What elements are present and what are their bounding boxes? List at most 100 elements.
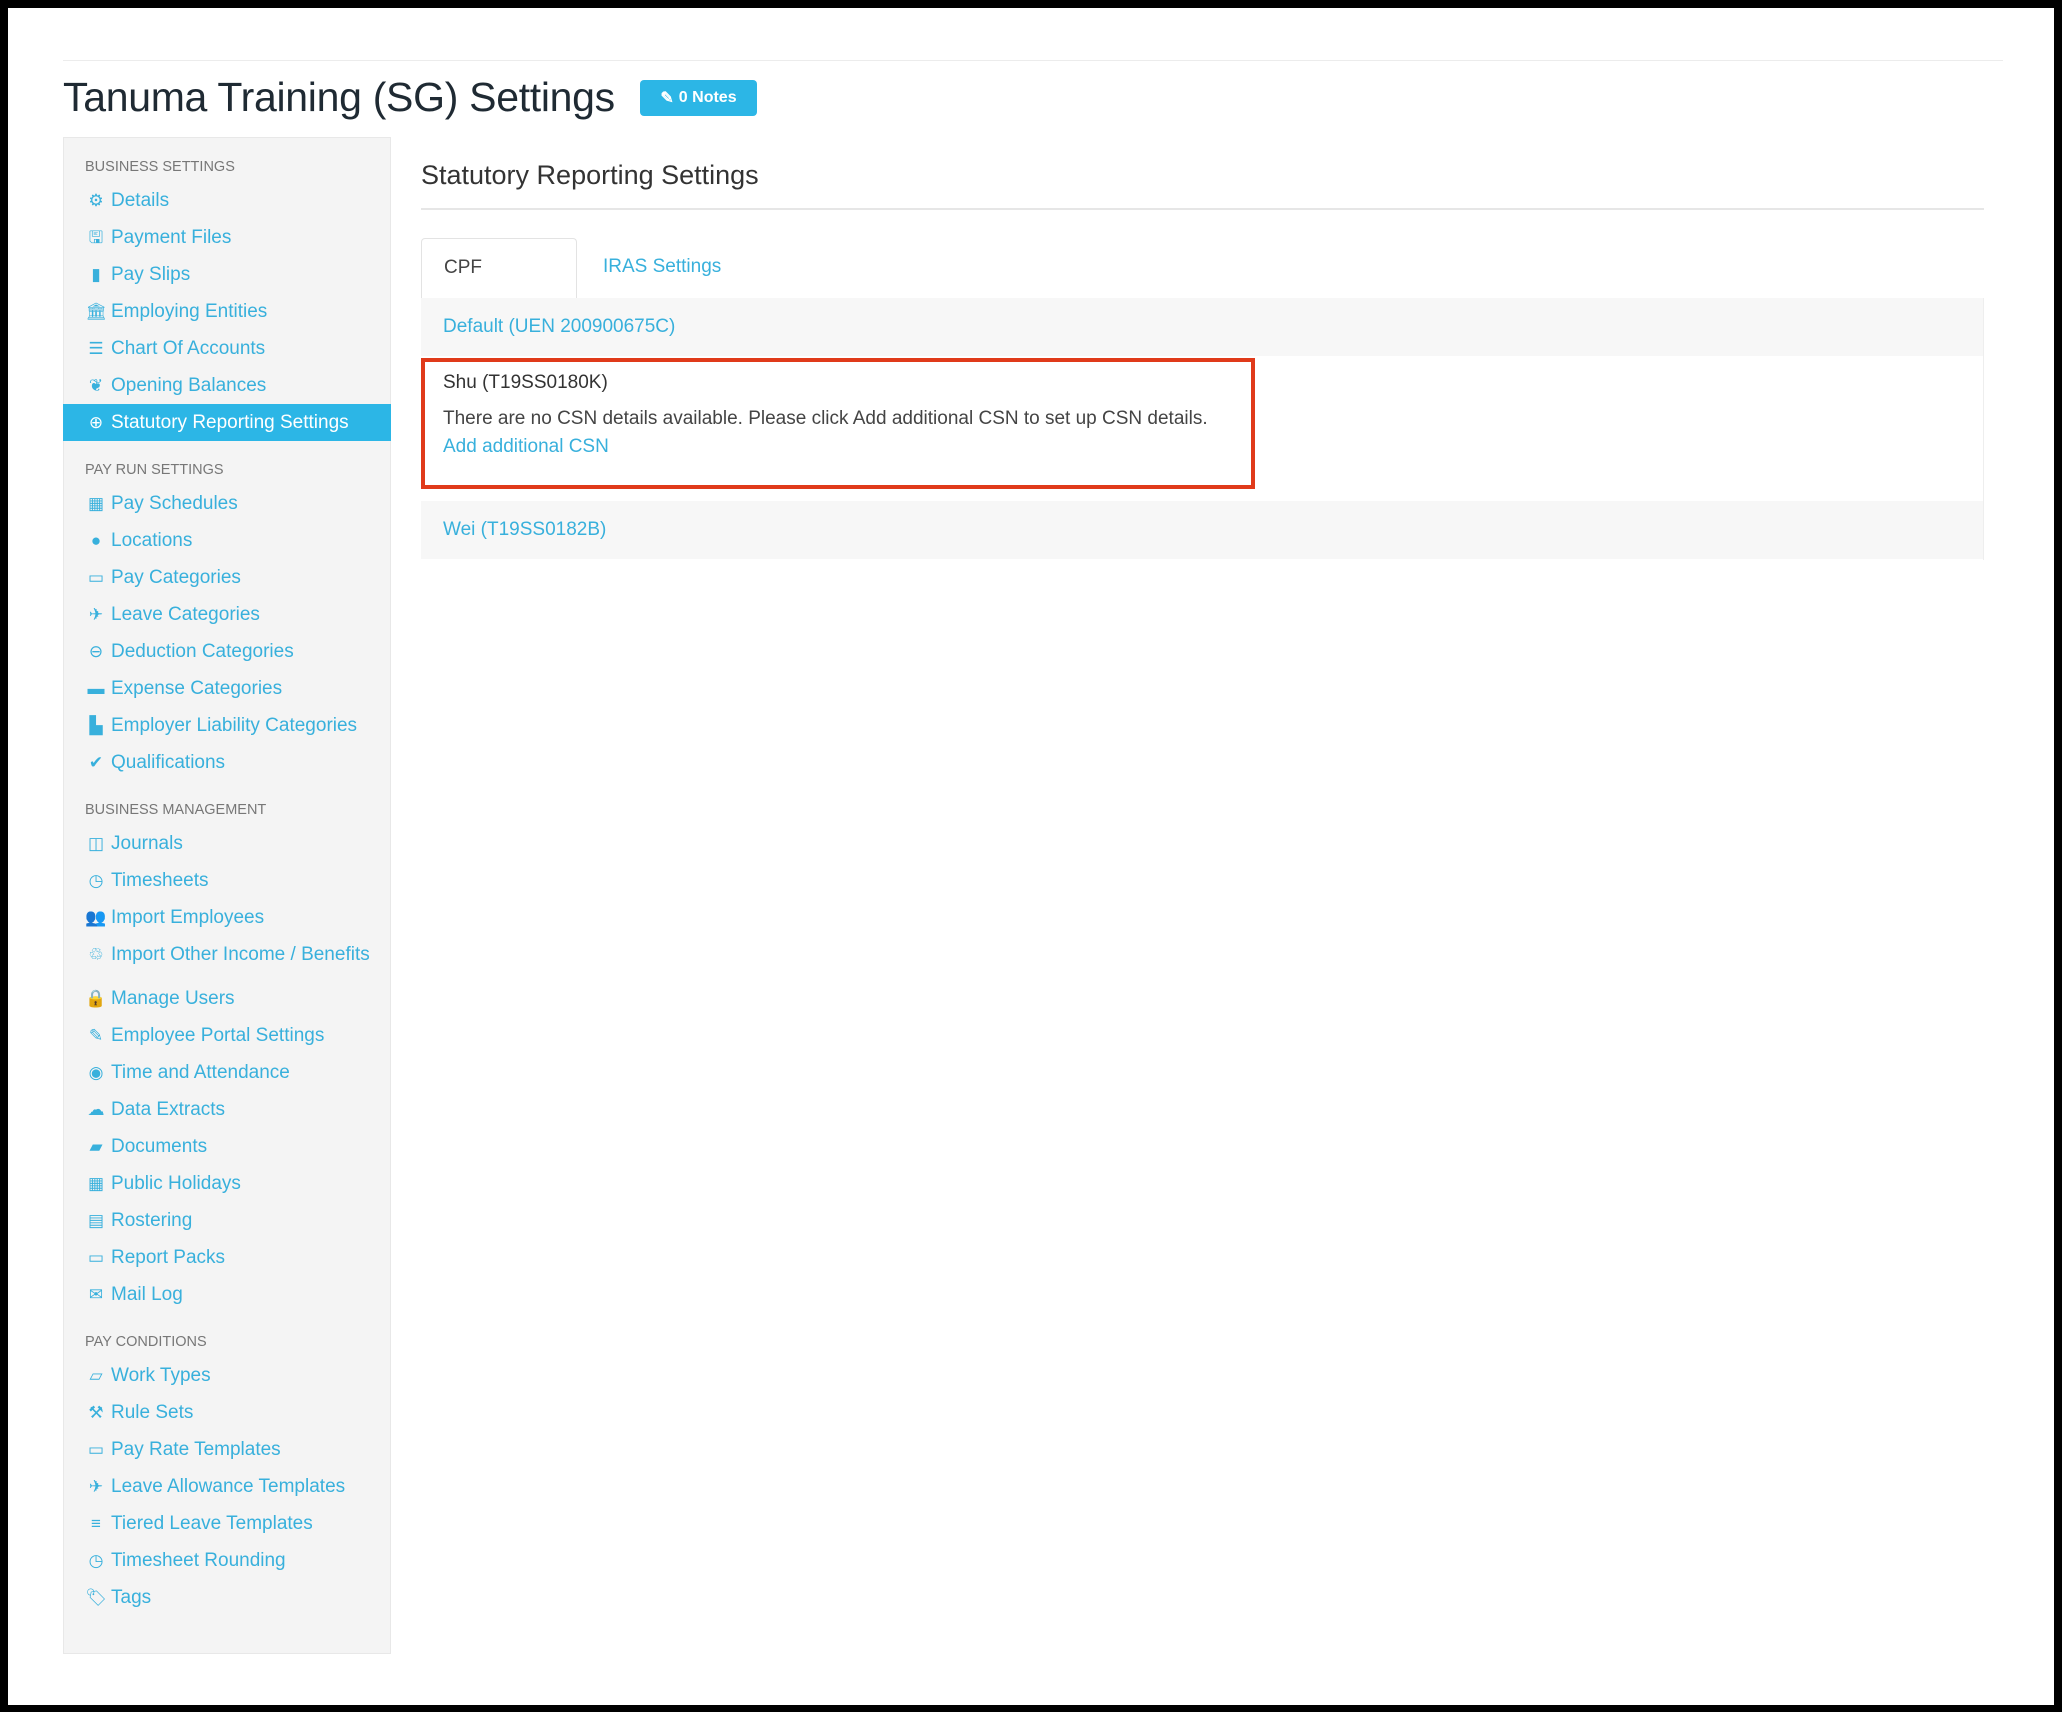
sidebar-item-expense-categories[interactable]: ▬ Expense Categories [64, 670, 390, 707]
sidebar-item-import-other-income-benefits[interactable]: ♲ Import Other Income / Benefits [64, 936, 390, 980]
tiered-leave-templates-icon: ≡ [91, 1514, 101, 1533]
sidebar-item-employee-portal-settings[interactable]: ✎ Employee Portal Settings [64, 1017, 390, 1054]
pay-categories-icon: ▭ [87, 568, 105, 587]
sidebar-section-header: Business Settings [85, 159, 235, 175]
sidebar-item-report-packs[interactable]: ▭ Report Packs [64, 1239, 390, 1276]
sidebar-item-label: Rule Sets [111, 1402, 194, 1423]
sidebar-item-statutory-reporting-settings[interactable]: ⊕ Statutory Reporting Settings [63, 404, 391, 441]
sidebar-item-label: Tiered Leave Templates [111, 1513, 313, 1534]
sidebar-item-label: Documents [111, 1136, 208, 1157]
sidebar-item-label: Mail Log [111, 1284, 183, 1305]
pay-rate-templates-icon: ▭ [87, 1440, 105, 1459]
opening-balances-icon: ❦ [88, 376, 104, 395]
sidebar-item-label: Locations [111, 530, 193, 551]
sidebar-item-tags[interactable]: 🏷 Tags [64, 1579, 390, 1616]
sidebar-item-label: Employer Liability Categories [111, 715, 358, 736]
sidebar-item-leave-categories[interactable]: ✈ Leave Categories [64, 596, 390, 633]
sidebar-item-label: Details [111, 190, 170, 211]
sidebar-item-label: Tags [111, 1587, 152, 1608]
report-packs-icon: ▭ [87, 1248, 105, 1267]
sidebar-item-label: Pay Categories [111, 567, 241, 588]
sidebar-item-qualifications[interactable]: ✔ Qualifications [64, 744, 390, 781]
sidebar-item-label: Pay Schedules [111, 493, 238, 514]
notes-label: 0 Notes [678, 89, 737, 106]
sidebar-item-chart-of-accounts[interactable]: ☰ Chart Of Accounts [64, 330, 390, 367]
timesheet-rounding-icon: ◷ [88, 1551, 104, 1570]
sidebar-item-journals[interactable]: ◫ Journals [64, 825, 390, 862]
sidebar-item-label: Expense Categories [111, 678, 283, 699]
sidebar-item-employer-liability-categories[interactable]: ▙ Employer Liability Categories [64, 707, 390, 744]
timesheets-icon: ◷ [88, 871, 104, 890]
tab-bar: CPF Settings IRAS Settings [421, 238, 1984, 336]
sidebar-item-label: Import Employees [111, 907, 265, 928]
sidebar-item-pay-categories[interactable]: ▭ Pay Categories [64, 559, 390, 596]
sidebar-item-time-and-attendance[interactable]: ◉ Time and Attendance [64, 1054, 390, 1091]
sidebar-item-timesheet-rounding[interactable]: ◷ Timesheet Rounding [64, 1542, 390, 1579]
sidebar-item-opening-balances[interactable]: ❦ Opening Balances [64, 367, 390, 404]
sidebar-item-label: Timesheet Rounding [111, 1550, 286, 1571]
payment-files-icon: 🖫 [88, 228, 104, 247]
sidebar-item-work-types[interactable]: ▱ Work Types [64, 1357, 390, 1394]
sidebar-item-pay-schedules[interactable]: ▦ Pay Schedules [64, 485, 390, 522]
sidebar-item-timesheets[interactable]: ◷ Timesheets [64, 862, 390, 899]
import-employees-icon: 👥 [85, 908, 107, 927]
section-title: Statutory Reporting Settings [421, 160, 759, 190]
sidebar-item-rostering[interactable]: ▤ Rostering [64, 1202, 390, 1239]
tab-cpf-settings[interactable]: CPF Settings [421, 238, 577, 336]
sidebar-item-label: Timesheets [111, 870, 209, 891]
leave-allowance-templates-icon: ✈ [88, 1477, 104, 1496]
expense-categories-icon: ▬ [87, 679, 105, 698]
sidebar-item-label: Pay Slips [111, 264, 191, 285]
sidebar-item-label: Leave Categories [111, 604, 260, 625]
rule-sets-icon: ⚒ [88, 1403, 104, 1422]
cpf-entities-list: Default (UEN 200900675C) Shu (T19SS0180K… [421, 298, 1984, 559]
tags-icon: 🏷 [85, 1588, 107, 1607]
employer-liability-categories-icon: ▙ [89, 716, 103, 735]
sidebar-item-public-holidays[interactable]: ▦ Public Holidays [64, 1165, 390, 1202]
pay-slips-icon: ▮ [91, 265, 101, 284]
sidebar-item-documents[interactable]: ▰ Documents [64, 1128, 390, 1165]
journals-icon: ◫ [87, 834, 105, 853]
sidebar-item-label: Report Packs [111, 1247, 226, 1268]
sidebar-item-label: Data Extracts [111, 1099, 226, 1120]
time-and-attendance-icon: ◉ [88, 1063, 104, 1082]
sidebar-item-employing-entities[interactable]: 🏛 Employing Entities [64, 293, 390, 330]
sidebar-item-payment-files[interactable]: 🖫 Payment Files [64, 219, 390, 256]
add-additional-csn-link[interactable]: Add additional CSN [443, 436, 1984, 458]
sidebar-item-label: Chart Of Accounts [111, 338, 266, 359]
sidebar-item-tiered-leave-templates[interactable]: ≡ Tiered Leave Templates [64, 1505, 390, 1542]
leave-categories-icon: ✈ [88, 605, 104, 624]
sidebar-item-pay-rate-templates[interactable]: ▭ Pay Rate Templates [64, 1431, 390, 1468]
entity-row-shu: Shu (T19SS0180K) There are no CSN detail… [421, 356, 1984, 501]
details-icon: ⚙ [88, 191, 104, 210]
sidebar-item-leave-allowance-templates[interactable]: ✈ Leave Allowance Templates [64, 1468, 390, 1505]
sidebar-item-rule-sets[interactable]: ⚒ Rule Sets [64, 1394, 390, 1431]
sidebar-item-label: Import Other Income / Benefits [111, 944, 370, 965]
sidebar-item-details[interactable]: ⚙ Details [64, 182, 390, 219]
page-title: Tanuma Training (SG) Settings [63, 74, 615, 120]
sidebar-item-label: Opening Balances [111, 375, 267, 396]
sidebar-item-locations[interactable]: ● Locations [64, 522, 390, 559]
sidebar-item-label: Payment Files [111, 227, 232, 248]
sidebar-item-mail-log[interactable]: ✉ Mail Log [64, 1276, 390, 1313]
notes-button[interactable]: ✎ 0 Notes [640, 80, 757, 116]
sidebar-item-data-extracts[interactable]: ☁ Data Extracts [64, 1091, 390, 1128]
settings-sidebar: Business Settings ⚙ Details 🖫 Payment Files ▮… [63, 137, 391, 1654]
sidebar-item-import-employees[interactable]: 👥 Import Employees [64, 899, 390, 936]
deduction-categories-icon: ⊖ [88, 642, 104, 661]
chart-of-accounts-icon: ☰ [88, 339, 104, 358]
entity-name: Shu (T19SS0180K) [443, 372, 608, 393]
data-extracts-icon: ☁ [87, 1100, 105, 1119]
sidebar-item-label: Deduction Categories [111, 641, 294, 662]
employing-entities-icon: 🏛 [85, 302, 107, 321]
sidebar-item-deduction-categories[interactable]: ⊖ Deduction Categories [64, 633, 390, 670]
sidebar-item-manage-users[interactable]: 🔒 Manage Users [64, 980, 390, 1017]
tab-iras-settings[interactable]: IRAS Settings [581, 238, 743, 298]
sidebar-item-label: Employee Portal Settings [111, 1025, 325, 1046]
manage-users-icon: 🔒 [85, 989, 107, 1008]
entity-row-default[interactable]: Default (UEN 200900675C) [421, 298, 1984, 356]
locations-icon: ● [90, 531, 102, 550]
sidebar-item-pay-slips[interactable]: ▮ Pay Slips [64, 256, 390, 293]
import-other-income-benefits-icon: ♲ [88, 945, 104, 964]
entity-row-wei[interactable]: Wei (T19SS0182B) [421, 501, 1984, 559]
